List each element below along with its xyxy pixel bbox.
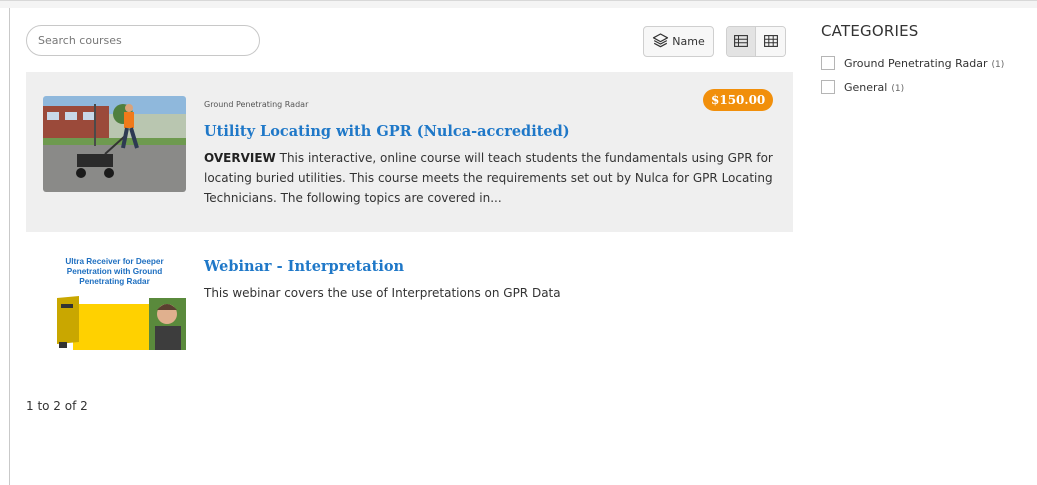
course-title-link[interactable]: Webinar - Interpretation bbox=[204, 258, 404, 275]
categories-heading: CATEGORIES bbox=[821, 22, 919, 40]
category-count: (1) bbox=[891, 83, 905, 94]
window-left-edge bbox=[9, 8, 10, 485]
description-heading: OVERVIEW bbox=[204, 151, 276, 165]
grid-view-button[interactable] bbox=[756, 27, 785, 56]
pagination-summary: 1 to 2 of 2 bbox=[26, 399, 88, 413]
category-filter-gpr[interactable]: Ground Penetrating Radar (1) bbox=[821, 56, 1004, 70]
course-card[interactable]: Ultra Receiver for Deeper Penetration wi… bbox=[26, 232, 793, 392]
svg-text:Ultra Receiver for Deeper: Ultra Receiver for Deeper bbox=[65, 257, 164, 266]
sort-label: Name bbox=[672, 35, 705, 48]
window-top-edge bbox=[0, 0, 1037, 8]
course-category-label: Ground Penetrating Radar bbox=[204, 100, 309, 109]
category-count: (1) bbox=[991, 59, 1005, 70]
svg-text:Penetrating Radar: Penetrating Radar bbox=[79, 277, 150, 286]
layers-icon bbox=[652, 32, 669, 51]
category-checkbox[interactable] bbox=[821, 56, 835, 70]
sort-button[interactable]: Name bbox=[643, 26, 714, 57]
course-title-link[interactable]: Utility Locating with GPR (Nulca-accredi… bbox=[204, 123, 570, 140]
view-toggle bbox=[726, 26, 786, 57]
search-box[interactable] bbox=[26, 25, 260, 56]
category-label: General bbox=[844, 80, 888, 94]
price-badge: $150.00 bbox=[703, 89, 774, 111]
grid-view-icon bbox=[763, 32, 778, 51]
course-card[interactable]: Ground Penetrating Radar $150.00 Utility… bbox=[26, 72, 793, 232]
search-input[interactable] bbox=[36, 33, 259, 48]
category-checkbox[interactable] bbox=[821, 80, 835, 94]
list-view-icon bbox=[734, 32, 748, 51]
category-filter-general[interactable]: General (1) bbox=[821, 80, 904, 94]
course-thumbnail[interactable] bbox=[43, 96, 186, 192]
course-thumbnail[interactable]: Ultra Receiver for Deeper Penetration wi… bbox=[43, 254, 186, 350]
svg-text:Penetration with Ground: Penetration with Ground bbox=[67, 267, 163, 276]
list-view-button[interactable] bbox=[727, 27, 757, 56]
category-label: Ground Penetrating Radar bbox=[844, 56, 988, 70]
course-description: OVERVIEW This interactive, online course… bbox=[204, 148, 789, 208]
description-text: This interactive, online course will tea… bbox=[204, 151, 773, 205]
course-description: This webinar covers the use of Interpret… bbox=[204, 286, 561, 300]
